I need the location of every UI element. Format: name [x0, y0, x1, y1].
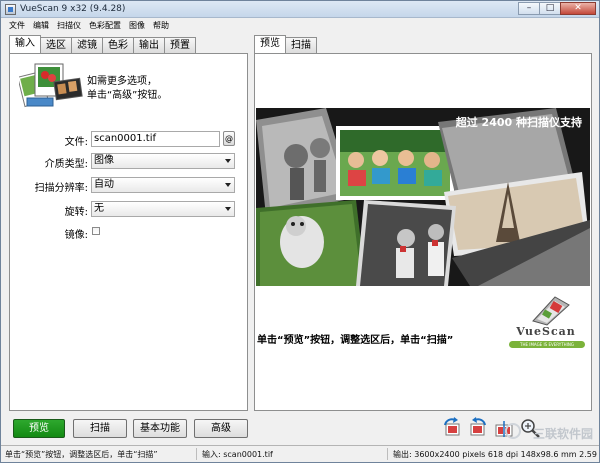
- menu-scanner[interactable]: 扫描仪: [57, 20, 81, 31]
- rotate-left-icon[interactable]: [441, 417, 463, 439]
- banner-title: 超过 2400 种扫描仪支持: [455, 116, 582, 129]
- vuescan-window: VueScan 9 x32 (9.4.28) – □ ✕ 文件 编辑 扫描仪 色…: [0, 0, 600, 463]
- scanner-logo-icon: [532, 296, 570, 326]
- app-icon: [5, 4, 16, 15]
- photos-film-icon: [19, 63, 83, 108]
- basic-mode-button[interactable]: 基本功能: [133, 419, 187, 438]
- preview-panel: 超过 2400 种扫描仪支持 单击“预览”按钮，调整选区后，单击“扫描” Vue…: [254, 53, 592, 411]
- menu-help[interactable]: 帮助: [153, 20, 169, 31]
- status-separator: [387, 448, 388, 460]
- info-text-line2: 单击“高级”按钮。: [87, 90, 168, 101]
- tab-output[interactable]: 输出: [133, 37, 165, 53]
- info-text-line1: 如需更多选项，: [87, 76, 157, 87]
- menu-edit[interactable]: 编辑: [33, 20, 49, 31]
- close-button[interactable]: ✕: [560, 2, 596, 15]
- file-name-input[interactable]: scan0001.tif: [91, 131, 220, 147]
- window-title: VueScan 9 x32 (9.4.28): [20, 4, 126, 14]
- media-type-select[interactable]: 图像: [91, 153, 235, 169]
- preview-button[interactable]: 预览: [13, 419, 65, 438]
- window-controls: – □ ✕: [518, 2, 596, 15]
- file-label: 文件:: [64, 137, 88, 148]
- chevron-down-icon: [225, 207, 231, 211]
- title-bar[interactable]: VueScan 9 x32 (9.4.28) – □ ✕: [1, 1, 599, 18]
- mirror-label: 镜像:: [64, 230, 88, 241]
- tab-input[interactable]: 输入: [9, 35, 41, 53]
- rotate-select[interactable]: 无: [91, 201, 235, 217]
- maximize-button[interactable]: □: [539, 2, 561, 15]
- minimize-button[interactable]: –: [518, 2, 540, 15]
- file-options-button[interactable]: @: [223, 131, 235, 146]
- preview-instruction: 单击“预览”按钮，调整选区后，单击“扫描”: [257, 335, 454, 346]
- scan-resolution-value: 自动: [94, 179, 114, 190]
- chevron-down-icon: [225, 159, 231, 163]
- menu-color-profile[interactable]: 色彩配置: [89, 20, 121, 31]
- scan-resolution-select[interactable]: 自动: [91, 177, 235, 193]
- tab-color[interactable]: 色彩: [102, 37, 134, 53]
- media-type-value: 图像: [94, 155, 114, 166]
- tab-prefs[interactable]: 预置: [164, 37, 196, 53]
- input-panel: 如需更多选项， 单击“高级”按钮。 文件: scan0001.tif @ 介质类…: [9, 53, 248, 411]
- logo-tagline: THE IMAGE IS EVERYTHING: [520, 342, 574, 347]
- rotate-label: 旋转:: [64, 207, 88, 218]
- preview-banner-image: 超过 2400 种扫描仪支持: [256, 108, 590, 286]
- mirror-checkbox[interactable]: [92, 227, 100, 235]
- scan-button[interactable]: 扫描: [73, 419, 127, 438]
- watermark-logo-icon: [505, 423, 521, 439]
- tab-filter[interactable]: 滤镜: [71, 37, 103, 53]
- chevron-down-icon: [225, 183, 231, 187]
- menu-image[interactable]: 图像: [129, 20, 145, 31]
- media-type-label: 介质类型:: [44, 159, 88, 170]
- photo-collage-image: [256, 108, 590, 286]
- tab-crop[interactable]: 选区: [40, 37, 72, 53]
- right-tab-bar: 预览 扫描: [254, 35, 317, 53]
- menu-bar: 文件 编辑 扫描仪 色彩配置 图像 帮助: [1, 18, 599, 32]
- watermark-text: 三联软件园: [532, 427, 593, 441]
- status-output-info: 输出: 3600x2400 pixels 618 dpi 148x98.6 mm…: [393, 450, 597, 459]
- tab-preview[interactable]: 预览: [254, 35, 286, 53]
- scan-resolution-label: 扫描分辨率:: [34, 183, 88, 194]
- vuescan-logo: VueScan THE IMAGE IS EVERYTHING: [505, 291, 587, 355]
- rotate-value: 无: [94, 203, 104, 214]
- logo-wordmark: VueScan: [516, 325, 576, 338]
- status-bar: 单击“预览”按钮，调整选区后，单击“扫描” 输入: scan0001.tif 输…: [1, 445, 599, 462]
- advanced-mode-button[interactable]: 高级: [194, 419, 248, 438]
- status-separator: [196, 448, 197, 460]
- rotate-right-icon[interactable]: [467, 417, 489, 439]
- status-hint: 单击“预览”按钮，调整选区后，单击“扫描”: [5, 450, 158, 459]
- left-tab-bar: 输入 选区 滤镜 色彩 输出 预置: [9, 35, 196, 53]
- menu-file[interactable]: 文件: [9, 20, 25, 31]
- tab-scan[interactable]: 扫描: [285, 37, 317, 53]
- status-input-file: 输入: scan0001.tif: [202, 450, 273, 459]
